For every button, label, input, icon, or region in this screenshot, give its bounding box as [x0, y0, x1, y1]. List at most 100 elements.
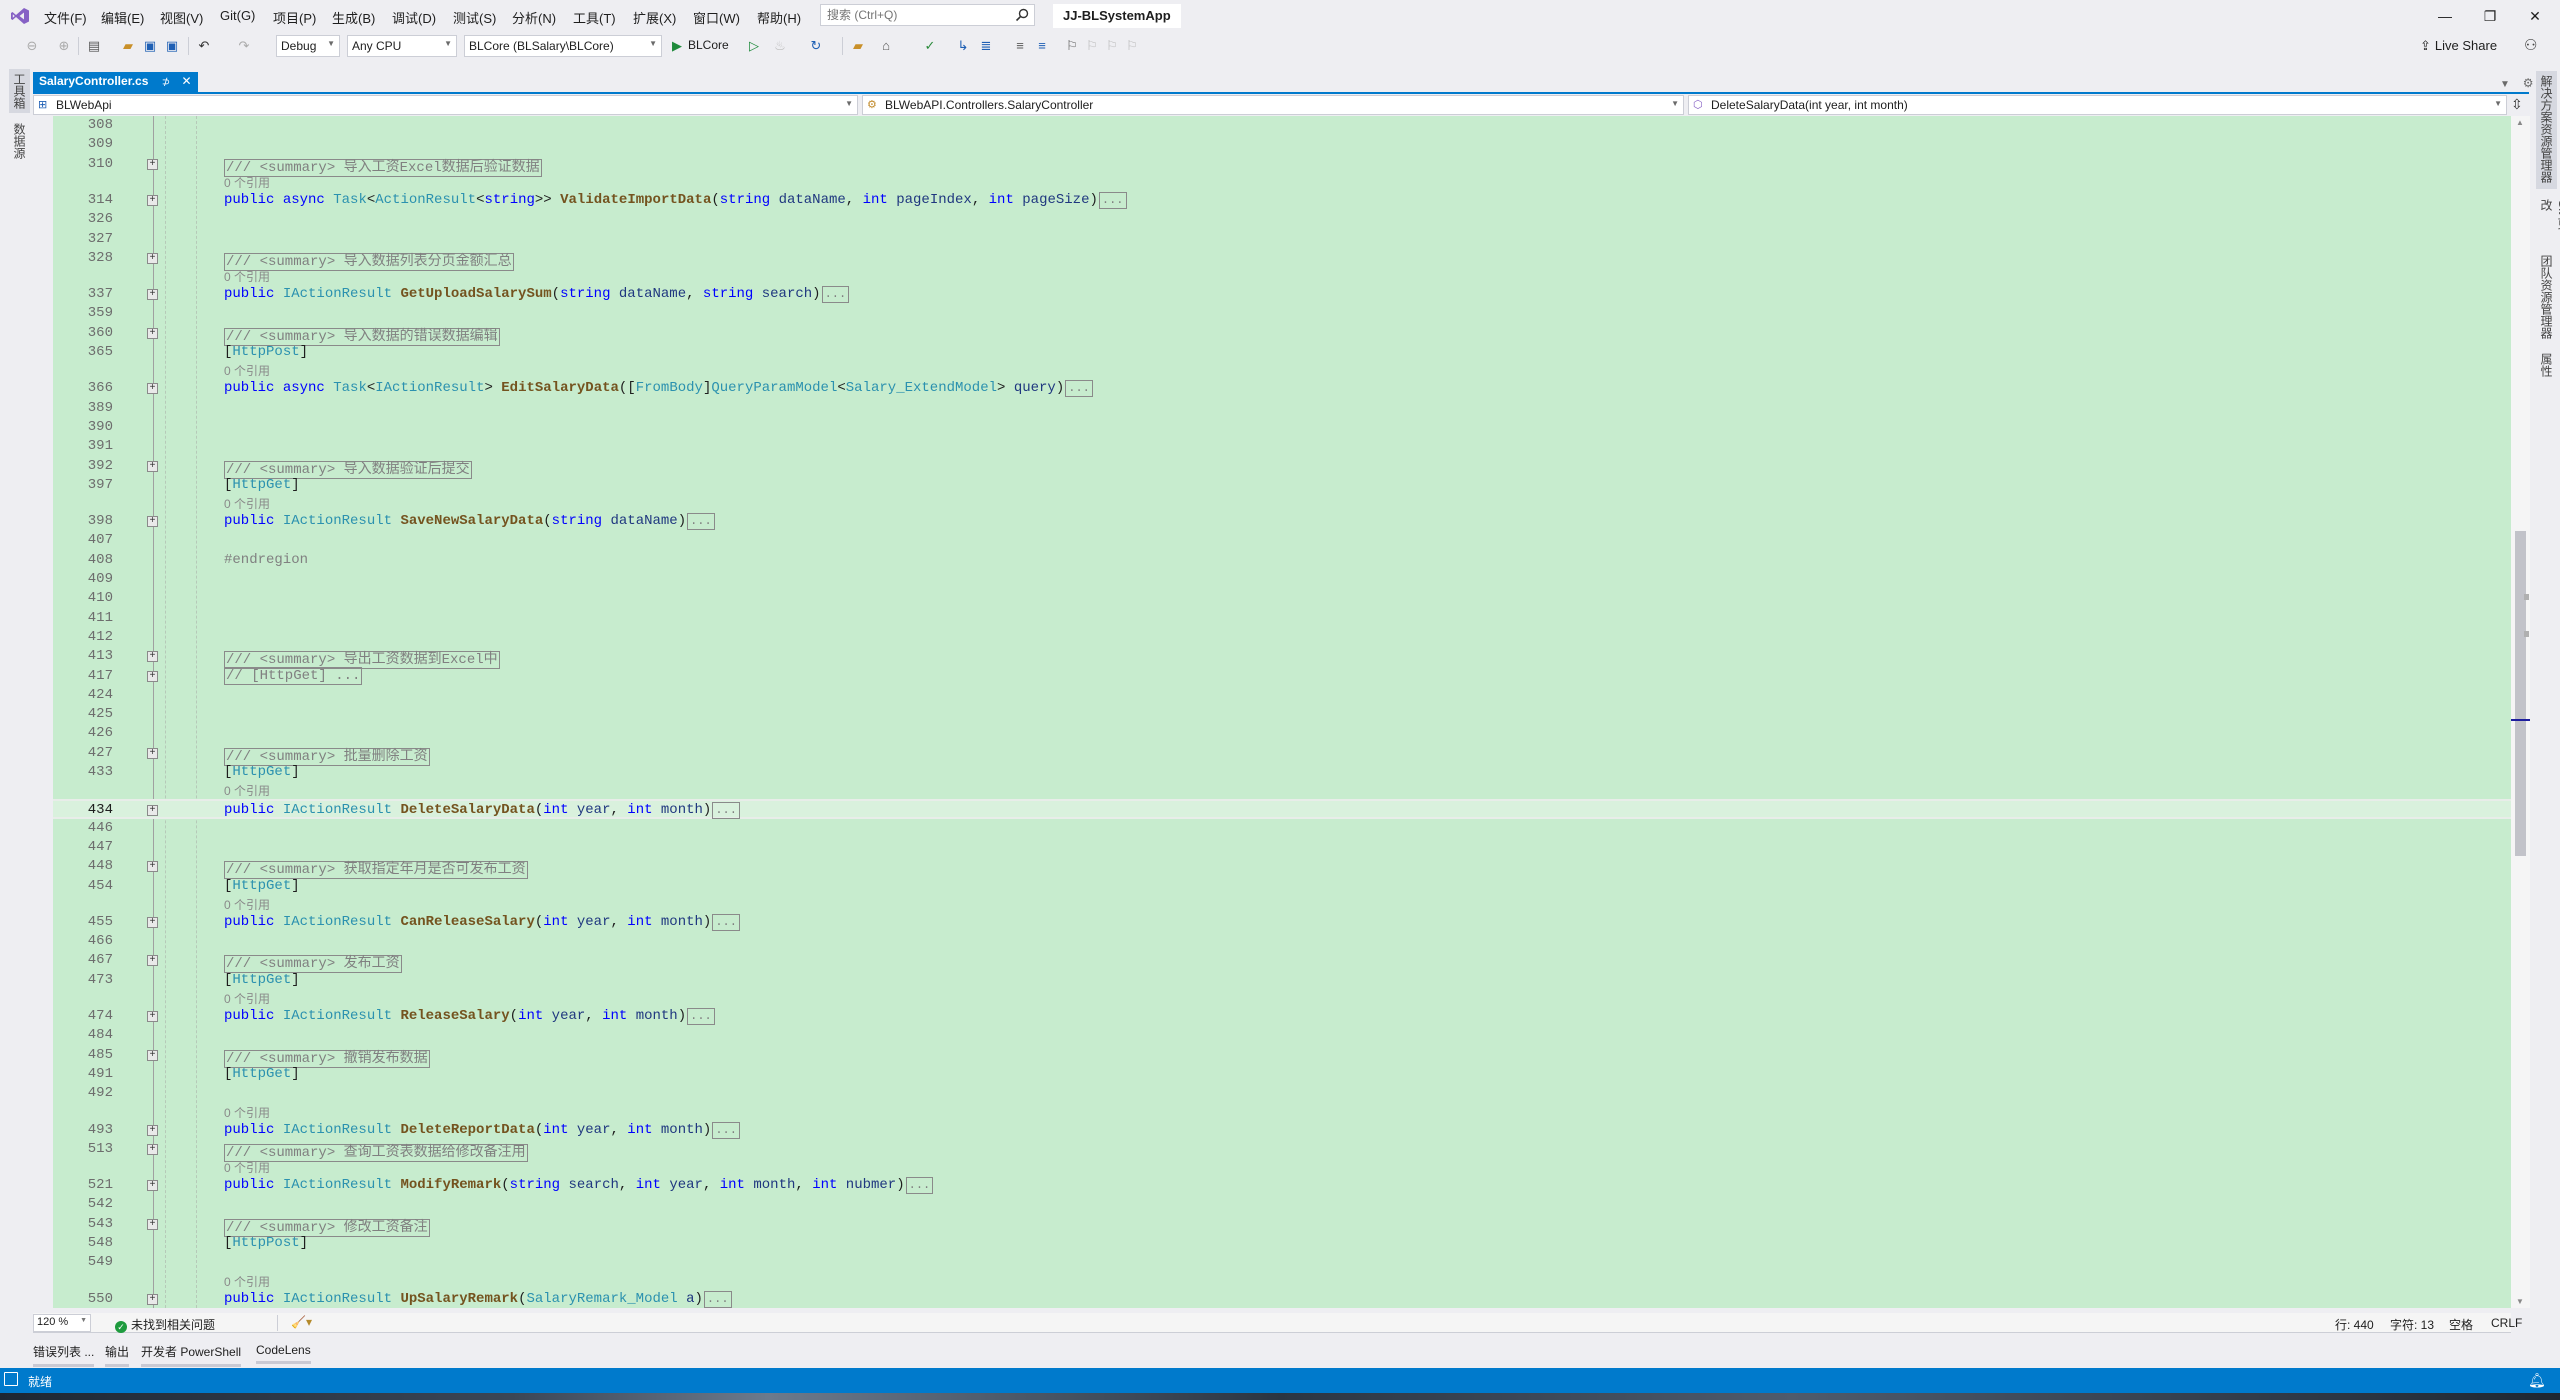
- code-line[interactable]: 337 + public IActionResult GetUploadSalary…: [53, 285, 2511, 304]
- char-indicator[interactable]: 字符: 13: [2390, 1316, 2434, 1333]
- vertical-scrollbar[interactable]: ▲ ▼: [2511, 116, 2530, 1308]
- code-line[interactable]: 473 [HttpGet]: [53, 971, 2511, 990]
- line-ending-indicator[interactable]: CRLF: [2491, 1316, 2522, 1330]
- code-line[interactable]: 389: [53, 399, 2511, 418]
- code-line[interactable]: 392 + /// <summary> 导入数据验证后提交: [53, 457, 2511, 479]
- menu-git[interactable]: Git(G): [220, 8, 255, 23]
- code-line[interactable]: 327: [53, 230, 2511, 249]
- code-line[interactable]: 549: [53, 1253, 2511, 1272]
- code-line[interactable]: 467 + /// <summary> 发布工资: [53, 951, 2511, 974]
- code-line[interactable]: 417 + // [HttpGet] ...: [53, 666, 2511, 686]
- minimize-button[interactable]: —: [2425, 4, 2465, 28]
- code-line[interactable]: 427 + /// <summary> 批量删除工资: [53, 744, 2511, 766]
- code-line[interactable]: 446: [53, 819, 2511, 838]
- document-tab-salarycontroller[interactable]: SalaryController.cs ⊅ ✕: [33, 72, 198, 92]
- menu-test[interactable]: 测试(S): [453, 8, 496, 27]
- expand-collapse-icon[interactable]: +: [147, 861, 158, 873]
- expand-collapse-icon[interactable]: +: [147, 383, 158, 395]
- expand-collapse-icon[interactable]: +: [147, 670, 158, 682]
- data-sources-tab[interactable]: 数据源: [9, 119, 30, 163]
- code-line[interactable]: 543 + /// <summary> 修改工资备注: [53, 1215, 2511, 1237]
- collapsed-comment[interactable]: // [HttpGet] ...: [224, 666, 363, 685]
- output-tab[interactable]: 输出: [105, 1343, 130, 1367]
- code-line[interactable]: 426: [53, 724, 2511, 743]
- start-without-debugging-icon[interactable]: ▷: [746, 38, 762, 54]
- split-window-icon[interactable]: ⇳: [2511, 96, 2523, 113]
- find-in-files-icon[interactable]: ▰: [850, 38, 866, 54]
- configuration-dropdown[interactable]: Debug ▼: [276, 35, 340, 57]
- restore-button[interactable]: ❐: [2470, 4, 2510, 28]
- code-line[interactable]: 425: [53, 705, 2511, 724]
- code-line[interactable]: 454 [HttpGet]: [53, 877, 2511, 896]
- code-line[interactable]: 548 [HttpPost]: [53, 1234, 2511, 1253]
- type-dropdown[interactable]: ⚙ BLWebAPI.Controllers.SalaryController …: [862, 95, 1684, 115]
- code-line[interactable]: 550 + public IActionResult UpSalaryRemark(…: [53, 1290, 2511, 1308]
- code-line[interactable]: 521 + public IActionResult ModifyRemark(st…: [53, 1176, 2511, 1195]
- expand-collapse-icon[interactable]: +: [147, 460, 158, 472]
- code-line[interactable]: 411: [53, 609, 2511, 628]
- save-all-icon[interactable]: ▣: [164, 38, 180, 54]
- codelens-references-link[interactable]: 0 个引用: [224, 268, 270, 285]
- expand-collapse-icon[interactable]: +: [147, 651, 158, 663]
- code-line[interactable]: 542: [53, 1195, 2511, 1214]
- code-line[interactable]: 408 #endregion: [53, 551, 2511, 570]
- settings-gear-icon[interactable]: ⚙: [2523, 76, 2534, 90]
- browser-link-icon[interactable]: ⌂: [878, 38, 894, 54]
- expand-collapse-icon[interactable]: +: [147, 252, 158, 264]
- code-line[interactable]: 474 + public IActionResult ReleaseSalary(i…: [53, 1007, 2511, 1026]
- bookmark-icon[interactable]: ⚐: [1064, 38, 1080, 54]
- navigate-back-icon[interactable]: ⊖: [24, 38, 40, 54]
- collapsed-body-ellipsis[interactable]: ...: [687, 1008, 715, 1025]
- team-explorer-tab[interactable]: 团队资源管理器: [2536, 251, 2557, 343]
- menu-window[interactable]: 窗口(W): [693, 8, 740, 27]
- menu-build[interactable]: 生成(B): [332, 8, 375, 27]
- codelens-references-link[interactable]: 0 个引用: [224, 174, 270, 191]
- codelens-references-link[interactable]: 0 个引用: [224, 1104, 270, 1121]
- collapsed-body-ellipsis[interactable]: ...: [712, 1121, 740, 1139]
- code-line[interactable]: 310 + /// <summary> 导入工资Excel数据后验证数据: [53, 155, 2511, 177]
- expand-collapse-icon[interactable]: +: [147, 916, 158, 928]
- collapsed-body-ellipsis[interactable]: ...: [687, 513, 715, 531]
- new-project-icon[interactable]: ▤: [86, 38, 102, 54]
- notifications-bell-icon[interactable]: 🔔︎: [2528, 1372, 2546, 1389]
- collapsed-body-ellipsis[interactable]: ...: [712, 802, 740, 820]
- codelens-references-link[interactable]: 0 个引用: [224, 782, 270, 799]
- menu-extensions[interactable]: 扩展(X): [633, 8, 676, 27]
- expand-collapse-icon[interactable]: +: [147, 158, 158, 170]
- code-line[interactable]: 397 [HttpGet]: [53, 476, 2511, 495]
- codelens-references-link[interactable]: 0 个引用: [224, 495, 270, 512]
- expand-collapse-icon[interactable]: +: [147, 1124, 158, 1136]
- issues-indicator[interactable]: ✓ 未找到相关问题: [115, 1316, 215, 1333]
- feedback-icon[interactable]: ⚇: [2524, 36, 2537, 54]
- code-line[interactable]: 360 + /// <summary> 导入数据的错误数据编辑: [53, 324, 2511, 346]
- zoom-dropdown[interactable]: 120 % ▼: [33, 1314, 91, 1332]
- expand-collapse-icon[interactable]: +: [147, 516, 158, 528]
- codelens-references-link[interactable]: 0 个引用: [224, 362, 270, 379]
- comment-lines-icon[interactable]: ≡: [1012, 38, 1028, 54]
- expand-collapse-icon[interactable]: +: [147, 747, 158, 759]
- expand-collapse-icon[interactable]: +: [147, 194, 158, 206]
- close-window-button[interactable]: ✕: [2515, 4, 2555, 28]
- error-list-tab[interactable]: 错误列表 ...: [33, 1343, 95, 1367]
- code-line[interactable]: 424: [53, 686, 2511, 705]
- menu-debug[interactable]: 调试(D): [392, 8, 436, 27]
- code-line[interactable]: 447: [53, 838, 2511, 857]
- menu-analyze[interactable]: 分析(N): [512, 8, 556, 27]
- navigate-forward-icon[interactable]: ⊕: [56, 38, 72, 54]
- hot-reload-icon[interactable]: ♨: [772, 38, 788, 54]
- collapsed-body-ellipsis[interactable]: ...: [703, 1290, 732, 1308]
- save-icon[interactable]: ▣: [142, 38, 158, 54]
- code-line[interactable]: 493 + public IActionResult DeleteReportDat…: [53, 1121, 2511, 1140]
- code-line[interactable]: 391: [53, 437, 2511, 456]
- toolbox-tab[interactable]: 工具箱: [9, 69, 30, 113]
- collapsed-body-ellipsis[interactable]: ...: [1098, 191, 1127, 209]
- codelens-references-link[interactable]: 0 个引用: [224, 896, 270, 913]
- properties-tab[interactable]: 属性: [2536, 349, 2557, 383]
- spell-check-icon[interactable]: ✓: [922, 38, 938, 54]
- startup-project-dropdown[interactable]: BLCore (BLSalary\BLCore) ▼: [464, 35, 662, 57]
- expand-collapse-icon[interactable]: +: [147, 1218, 158, 1230]
- collapsed-body-ellipsis[interactable]: ...: [905, 1177, 934, 1195]
- step-into-icon[interactable]: ↳: [955, 38, 971, 54]
- tab-list-dropdown-icon[interactable]: ▼: [2500, 79, 2510, 90]
- expand-collapse-icon[interactable]: +: [147, 1293, 158, 1305]
